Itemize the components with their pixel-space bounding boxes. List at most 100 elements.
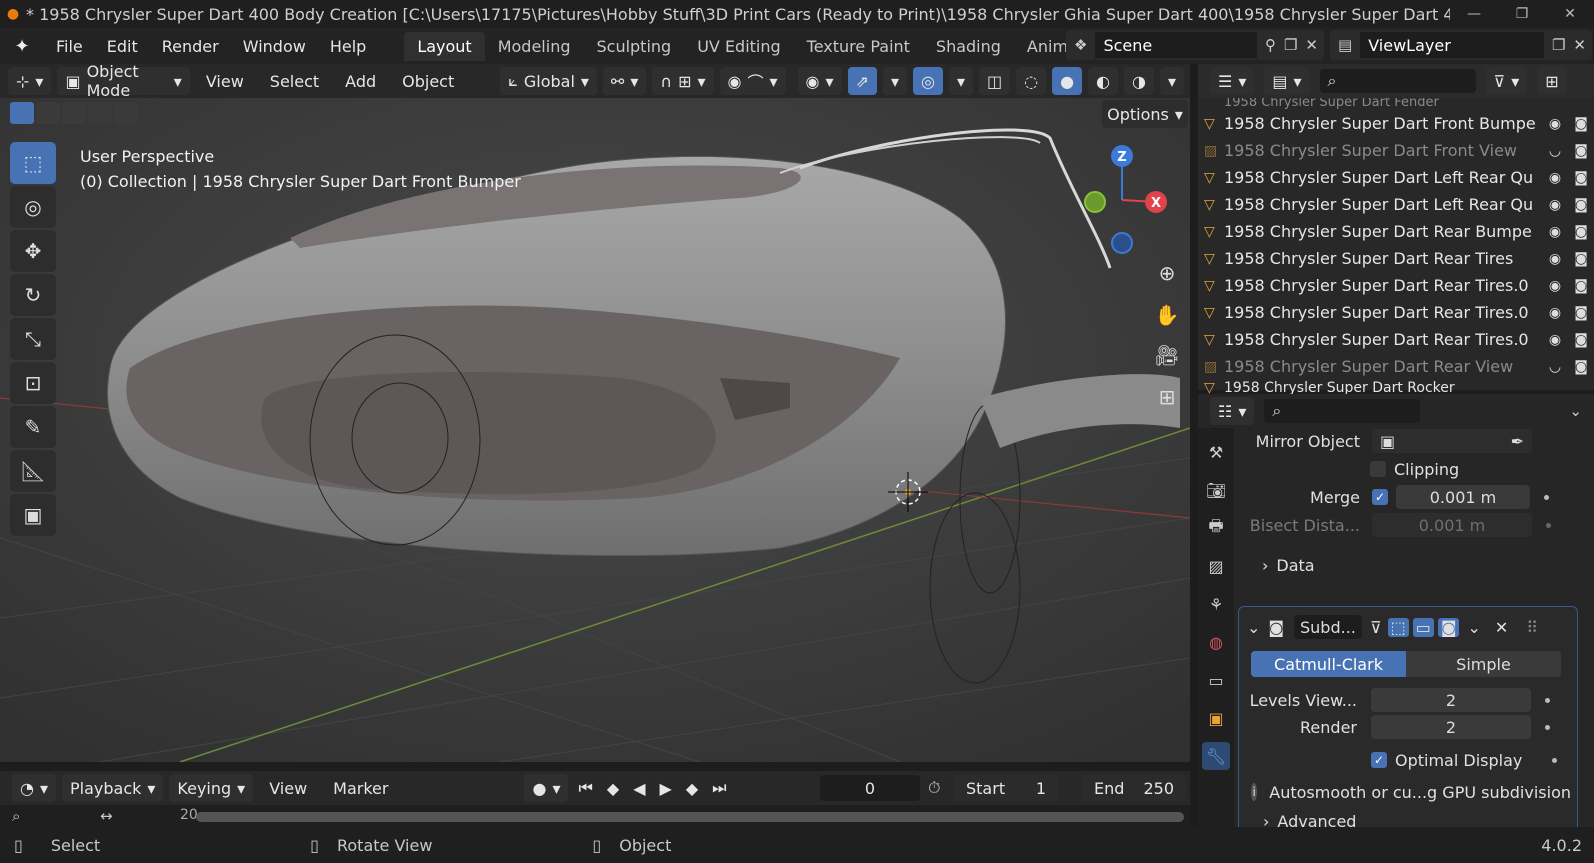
mode-dropdown[interactable]: ▣ Object Mode ▾	[57, 62, 190, 100]
snap-toggle[interactable]: ∩ ⊞ ▾	[652, 67, 714, 95]
jump-start-icon[interactable]: ⏮	[574, 778, 596, 798]
axis-gizmo[interactable]: Z X	[1080, 140, 1170, 260]
eye-icon[interactable]: ◉	[1542, 170, 1568, 186]
shading-wireframe-button[interactable]: ◌	[1016, 67, 1047, 95]
proportional-edit-toggle[interactable]: ◉ ⌒ ▾	[719, 67, 786, 95]
delete-viewlayer-icon[interactable]: ✕	[1573, 36, 1586, 54]
properties-editor-type[interactable]: ☷ ▾	[1210, 397, 1255, 425]
menu-window[interactable]: Window	[231, 37, 318, 56]
modifier-menu-icon[interactable]: ⌄	[1467, 618, 1480, 637]
cage-toggle-icon[interactable]: ⬚	[1387, 617, 1409, 637]
mirror-object-field[interactable]: ▣ ✒	[1372, 429, 1532, 453]
blender-menu-icon[interactable]: ✦	[0, 36, 44, 57]
levels-viewport-field[interactable]: 2	[1371, 688, 1531, 712]
timeline-ruler[interactable]: ⌕ ↔ 20	[0, 805, 1190, 827]
camera-icon[interactable]: ◙	[1568, 197, 1594, 213]
chevron-down-icon[interactable]: ⌄	[1569, 402, 1582, 420]
3d-viewport[interactable]: Options ▾ Z X ⊕ ✋ 🎥︎ ⊞	[0, 98, 1190, 762]
tab-layout[interactable]: Layout	[404, 31, 485, 61]
ortho-grid-icon[interactable]: ⊞	[1148, 378, 1186, 416]
transform-tool-icon[interactable]: ⊡	[10, 362, 56, 404]
search-icon[interactable]: ⌕	[12, 807, 20, 825]
timeline-view-menu[interactable]: View	[259, 779, 317, 798]
view-layer-tab-icon[interactable]: ▨	[1202, 552, 1230, 580]
outliner-row-partial-bottom[interactable]: ▽ 1958 Chrysler Super Dart Rocker	[1198, 380, 1594, 394]
tab-shading[interactable]: Shading	[923, 32, 1014, 61]
editor-type-button[interactable]: ⊹ ▾	[8, 67, 52, 95]
add-cube-tool-icon[interactable]: ▣	[10, 494, 56, 536]
resize-horizontal-icon[interactable]: ↔	[100, 807, 113, 825]
select-extend-button[interactable]	[36, 102, 60, 124]
eye-icon[interactable]: ◉	[1542, 116, 1568, 132]
annotate-tool-icon[interactable]: ✎	[10, 406, 56, 448]
select-new-button[interactable]	[10, 102, 34, 124]
outliner-row[interactable]: ▽ 1958 Chrysler Super Dart Rear Tires.0 ◉ ◙	[1198, 299, 1594, 326]
scene-tab-icon[interactable]: ⚘	[1202, 590, 1230, 618]
menu-render[interactable]: Render	[150, 37, 231, 56]
tab-modeling[interactable]: Modeling	[485, 32, 584, 61]
measure-tool-icon[interactable]: 📐︎	[10, 450, 56, 492]
viewlayer-selector[interactable]: ▤ ViewLayer ❐ ✕	[1330, 30, 1592, 60]
minimize-button[interactable]: —	[1450, 6, 1498, 22]
outliner-row[interactable]: ▽ 1958 Chrysler Super Dart Left Rear Qu ◉ ◙	[1198, 191, 1594, 218]
shading-rendered-button[interactable]: ◑	[1124, 67, 1154, 95]
eye-icon[interactable]: ◉	[1542, 305, 1568, 321]
scene-selector[interactable]: ❖ Scene ⚲ ❐ ✕	[1066, 30, 1324, 60]
pan-hand-icon[interactable]: ✋	[1148, 296, 1186, 334]
simple-button[interactable]: Simple	[1406, 651, 1561, 677]
object-tab-icon[interactable]: ▣	[1202, 704, 1230, 732]
scene-name[interactable]: Scene	[1103, 36, 1152, 55]
keyframe-dot[interactable]	[1546, 522, 1551, 528]
outliner-row[interactable]: ▽ 1958 Chrysler Super Dart Front Bumpe ◉ ◙	[1198, 110, 1594, 137]
outliner-row-partial-top[interactable]: 1958 Chrysler Super Dart Fender	[1198, 98, 1594, 110]
select-intersect-button[interactable]	[114, 102, 138, 124]
keying-menu[interactable]: Keying ▾	[169, 774, 254, 802]
data-subpanel[interactable]: › Data	[1262, 552, 1315, 578]
eye-icon[interactable]: ◉	[1542, 332, 1568, 348]
delete-scene-icon[interactable]: ✕	[1305, 36, 1318, 54]
render-levels-field[interactable]: 2	[1371, 715, 1531, 739]
outliner-search-input[interactable]: ⌕	[1319, 69, 1476, 93]
modifier-tab-icon[interactable]: 🔧︎	[1202, 742, 1230, 770]
overlay-toggle[interactable]: ◎	[912, 67, 943, 95]
outliner-row[interactable]: ▽ 1958 Chrysler Super Dart Left Rear Qu ◉ ◙	[1198, 164, 1594, 191]
eye-icon[interactable]: ◉	[1542, 224, 1568, 240]
drag-handle-icon[interactable]: ⠿	[1526, 618, 1538, 637]
zoom-icon[interactable]: ⊕	[1148, 254, 1186, 292]
camera-icon[interactable]: ◙	[1568, 305, 1594, 321]
start-frame-field[interactable]: Start 1	[954, 775, 1058, 801]
keyframe-dot[interactable]	[1552, 757, 1558, 763]
render-toggle-icon[interactable]: ◙	[1437, 617, 1460, 637]
camera-icon[interactable]: ◙	[1568, 278, 1594, 294]
collection-tab-icon[interactable]: ▭	[1202, 666, 1230, 694]
tab-sculpting[interactable]: Sculpting	[583, 32, 684, 61]
eye-closed-icon[interactable]: ◡	[1542, 143, 1568, 159]
tool-tab-icon[interactable]: ⚒	[1202, 438, 1230, 466]
shading-material-button[interactable]: ◐	[1088, 67, 1118, 95]
camera-icon[interactable]: ◙	[1568, 332, 1594, 348]
eye-closed-icon[interactable]: ◡	[1542, 359, 1568, 375]
viewlayer-name[interactable]: ViewLayer	[1368, 36, 1451, 55]
select-box-tool-icon[interactable]: ⬚	[10, 142, 56, 184]
rotate-tool-icon[interactable]: ↻	[10, 274, 56, 316]
shading-solid-button[interactable]: ●	[1052, 67, 1083, 95]
viewport-menu-add[interactable]: Add	[335, 72, 386, 91]
clipping-checkbox[interactable]	[1370, 461, 1386, 477]
current-frame-field[interactable]: 0	[820, 775, 920, 801]
gizmo-dropdown[interactable]: ▾	[882, 67, 907, 95]
timeline-scrollbar[interactable]	[196, 812, 1184, 822]
merge-checkbox[interactable]: ✓	[1372, 489, 1388, 505]
move-tool-icon[interactable]: ✥	[10, 230, 56, 272]
menu-file[interactable]: File	[44, 37, 95, 56]
end-frame-field[interactable]: End 250	[1082, 775, 1186, 801]
playback-menu[interactable]: Playback ▾	[62, 774, 164, 802]
jump-end-icon[interactable]: ⏭	[708, 778, 730, 798]
remove-modifier-icon[interactable]: ✕	[1495, 618, 1508, 637]
viewport-scene[interactable]	[0, 98, 1190, 762]
keyframe-dot[interactable]	[1544, 494, 1549, 500]
realtime-toggle-icon[interactable]: ▭	[1412, 617, 1434, 637]
next-keyframe-icon[interactable]: ◆	[682, 779, 702, 798]
timeline-editor-type[interactable]: ◔ ▾	[12, 774, 56, 802]
shading-dropdown[interactable]: ▾	[1159, 67, 1184, 95]
menu-edit[interactable]: Edit	[95, 37, 150, 56]
